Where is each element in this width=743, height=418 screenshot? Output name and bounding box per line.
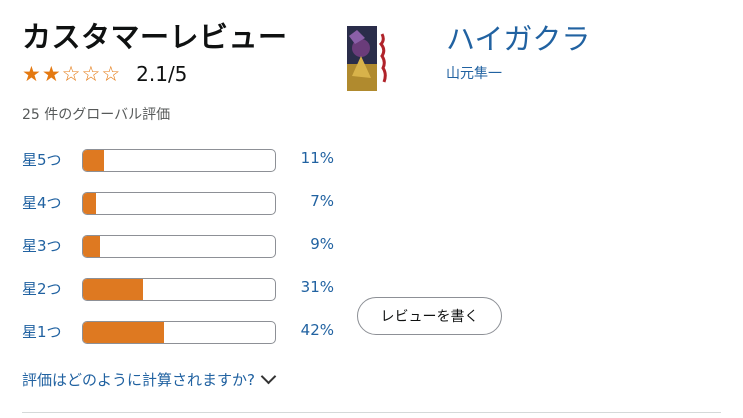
histogram-star-label[interactable]: 星3つ	[22, 235, 62, 256]
histogram-star-label[interactable]: 星1つ	[22, 321, 62, 342]
histogram-bar-fill	[83, 193, 97, 214]
product-cover-image[interactable]	[347, 26, 394, 91]
star-empty-icon: ☆	[101, 62, 121, 86]
histogram-percent[interactable]: 42%	[274, 321, 334, 339]
histogram-bar[interactable]	[82, 278, 276, 301]
star-rating: ★ ★ ☆ ☆ ☆	[22, 62, 120, 86]
histogram-star-label[interactable]: 星5つ	[22, 149, 62, 170]
histogram-bar[interactable]	[82, 235, 276, 258]
histogram-bar-fill	[83, 150, 105, 171]
histogram-bar-fill	[83, 322, 164, 343]
how-ratings-calculated-link[interactable]: 評価はどのように計算されますか?	[22, 368, 277, 390]
histogram-percent[interactable]: 7%	[274, 192, 334, 210]
star-full-icon: ★	[22, 62, 41, 86]
histogram-bar[interactable]	[82, 321, 276, 344]
product-title-link[interactable]: ハイガクラ	[446, 16, 590, 58]
write-review-button[interactable]: レビューを書く	[357, 297, 502, 335]
histogram-percent[interactable]: 9%	[274, 235, 334, 253]
how-ratings-calculated-label: 評価はどのように計算されますか?	[22, 371, 255, 389]
histogram-bar[interactable]	[82, 192, 276, 215]
histogram-bar-fill	[83, 279, 143, 300]
histogram-star-label[interactable]: 星4つ	[22, 192, 62, 213]
section-title: カスタマーレビュー	[22, 20, 288, 54]
global-rating-count: 25 件のグローバル評価	[22, 107, 171, 123]
histogram-bar-fill	[83, 236, 101, 257]
histogram-row[interactable]: 星3つ 9%	[22, 231, 342, 274]
rating-histogram: 星5つ 11% 星4つ 7% 星3つ 9% 星2つ 31% 星1つ 42%	[22, 145, 342, 360]
histogram-row[interactable]: 星2つ 31%	[22, 274, 342, 317]
chevron-down-icon	[260, 368, 277, 385]
rating-score: 2.1/5	[136, 62, 188, 86]
histogram-row[interactable]: 星5つ 11%	[22, 145, 342, 188]
histogram-bar[interactable]	[82, 149, 276, 172]
histogram-percent[interactable]: 11%	[274, 149, 334, 167]
histogram-percent[interactable]: 31%	[274, 278, 334, 296]
histogram-star-label[interactable]: 星2つ	[22, 278, 62, 299]
star-empty-icon: ☆	[61, 62, 81, 86]
cover-art	[347, 26, 394, 91]
star-empty-icon: ☆	[81, 62, 101, 86]
star-full-icon: ★	[41, 62, 61, 86]
histogram-row[interactable]: 星4つ 7%	[22, 188, 342, 231]
histogram-row[interactable]: 星1つ 42%	[22, 317, 342, 360]
divider	[22, 412, 721, 413]
product-author-link[interactable]: 山元隼一	[446, 63, 502, 83]
average-rating: ★ ★ ☆ ☆ ☆ 2.1/5	[22, 62, 187, 86]
